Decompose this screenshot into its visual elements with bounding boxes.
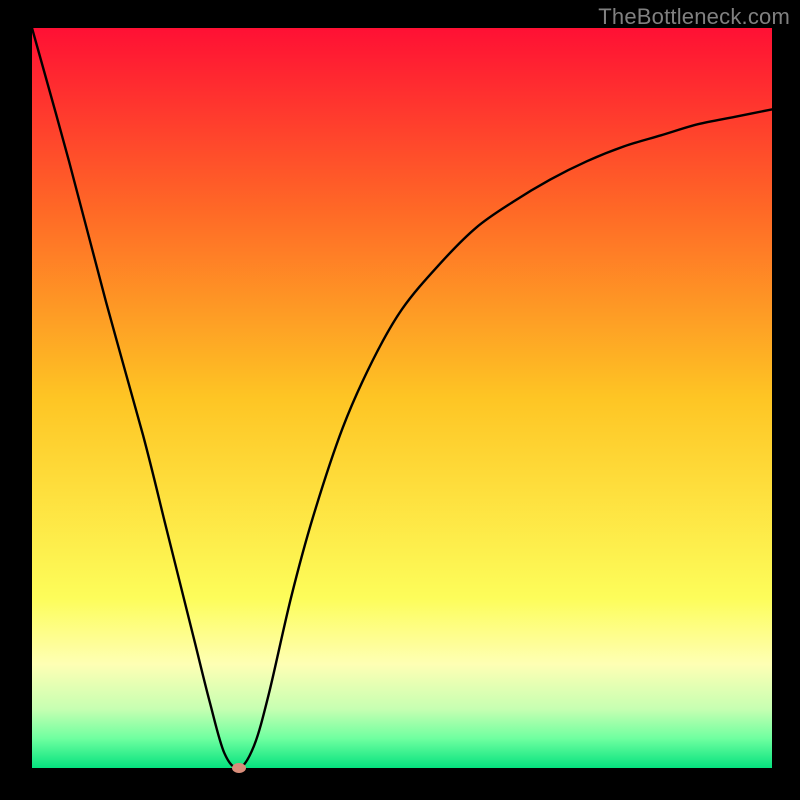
chart-container: TheBottleneck.com — [0, 0, 800, 800]
optimal-point-marker — [232, 763, 246, 773]
plot-area — [32, 28, 772, 768]
gradient-background — [32, 28, 772, 768]
watermark-text: TheBottleneck.com — [598, 4, 790, 30]
